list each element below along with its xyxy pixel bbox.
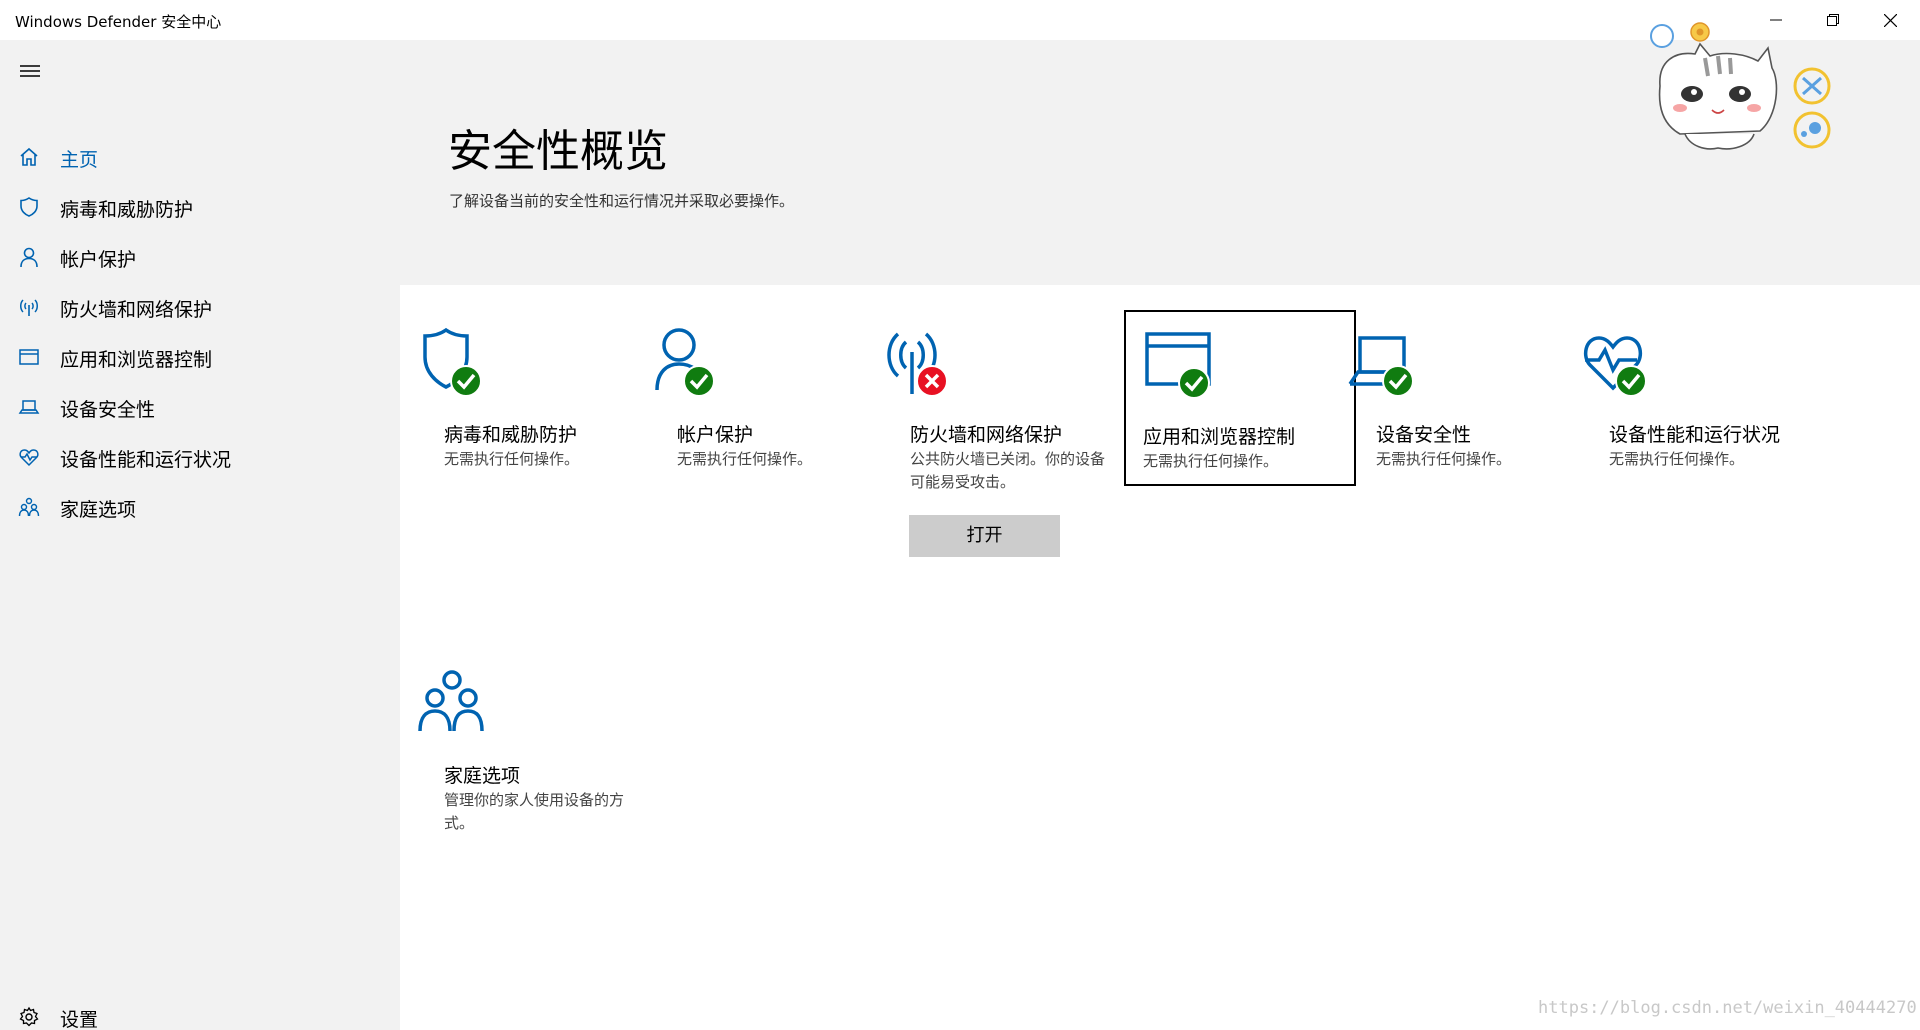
tile-status-text: 无需执行任何操作。 <box>444 450 580 468</box>
tile-firewall[interactable]: 防火墙和网络保护 公共防火墙已关闭。你的设备可能易受攻击。 <box>868 310 1105 491</box>
sidebar-item-label: 家庭选项 <box>60 499 137 521</box>
window-title: Windows Defender 安全中心 <box>15 13 222 31</box>
sidebar-item-label: 设备安全性 <box>60 399 156 421</box>
tile-status-text: 无需执行任何操作。 <box>1609 450 1745 468</box>
page-title: 安全性概览 <box>448 126 668 177</box>
tile-status-text: 无需执行任何操作。 <box>1143 452 1279 470</box>
sidebar: 主页 病毒和威胁防护 帐户保护 防火墙和网络保护 应用和浏览器控制 设备安全性 … <box>0 40 400 1030</box>
tile-app-browser-control[interactable]: 应用和浏览器控制 无需执行任何操作。 <box>1124 310 1356 486</box>
tile-title: 帐户保护 <box>677 424 754 446</box>
sidebar-item-home[interactable]: 主页 <box>0 133 400 179</box>
tile-device-health[interactable]: 设备性能和运行状况 无需执行任何操作。 <box>1567 310 1799 486</box>
sidebar-item-virus-protection[interactable]: 病毒和威胁防护 <box>0 183 400 229</box>
settings-label: 设置 <box>60 1009 99 1030</box>
shield-icon <box>20 197 38 217</box>
sidebar-item-label: 帐户保护 <box>60 249 137 271</box>
page-subtitle: 了解设备当前的安全性和运行情况并采取必要操作。 <box>449 192 795 210</box>
laptop-icon <box>18 400 40 414</box>
browser-window-check-icon <box>1145 332 1211 398</box>
heart-pulse-icon <box>19 449 39 467</box>
tile-title: 应用和浏览器控制 <box>1143 426 1296 448</box>
sidebar-item-app-browser-control[interactable]: 应用和浏览器控制 <box>0 333 400 379</box>
cat-sticker-image <box>1650 22 1831 150</box>
laptop-check-icon <box>1348 336 1414 396</box>
turn-on-firewall-button[interactable]: 打开 <box>909 515 1060 557</box>
heart-pulse-check-icon <box>1583 336 1647 396</box>
tile-status-text: 无需执行任何操作。 <box>677 450 813 468</box>
sidebar-item-family-options[interactable]: 家庭选项 <box>0 483 400 529</box>
family-icon <box>418 670 484 732</box>
title-bar: Windows Defender 安全中心 <box>0 0 1920 40</box>
close-icon <box>1883 13 1897 27</box>
watermark: https://blog.csdn.net/weixin_40444270 <box>1538 998 1917 1018</box>
sidebar-item-device-health[interactable]: 设备性能和运行状况 <box>0 433 400 479</box>
tile-status-text: 管理你的家人使用设备的方式。 <box>444 791 625 832</box>
shield-check-icon <box>423 327 482 396</box>
home-icon <box>20 147 38 166</box>
person-check-icon <box>655 328 715 396</box>
tile-title: 设备安全性 <box>1376 424 1472 446</box>
tile-title: 防火墙和网络保护 <box>910 424 1063 446</box>
sidebar-item-label: 病毒和威胁防护 <box>60 199 194 221</box>
tile-device-security[interactable]: 设备安全性 无需执行任何操作。 <box>1334 310 1566 486</box>
tile-virus-protection[interactable]: 病毒和威胁防护 无需执行任何操作。 <box>402 310 634 486</box>
sidebar-item-label: 主页 <box>60 149 99 171</box>
sidebar-item-label: 应用和浏览器控制 <box>60 349 213 371</box>
sidebar-item-label: 设备性能和运行状况 <box>60 449 232 471</box>
browser-window-icon <box>19 349 39 365</box>
tile-title: 病毒和威胁防护 <box>444 424 578 446</box>
family-icon <box>18 497 40 517</box>
sidebar-item-account-protection[interactable]: 帐户保护 <box>0 233 400 279</box>
tile-account-protection[interactable]: 帐户保护 无需执行任何操作。 <box>635 310 867 486</box>
person-icon <box>20 247 38 268</box>
sidebar-item-device-security[interactable]: 设备安全性 <box>0 383 400 429</box>
tile-status-text: 无需执行任何操作。 <box>1376 450 1512 468</box>
tile-family-options[interactable]: 家庭选项 管理你的家人使用设备的方式。 <box>402 651 634 832</box>
tile-status-text: 公共防火墙已关闭。你的设备可能易受攻击。 <box>910 450 1106 491</box>
antenna-error-icon <box>887 332 948 396</box>
tile-title: 家庭选项 <box>444 765 521 787</box>
gear-icon <box>19 1006 39 1027</box>
sidebar-item-settings[interactable]: 设置 <box>0 993 400 1030</box>
close-button[interactable] <box>1862 0 1918 40</box>
sidebar-item-label: 防火墙和网络保护 <box>60 299 213 321</box>
wifi-antenna-icon <box>20 299 38 316</box>
hamburger-icon[interactable] <box>18 62 42 82</box>
sidebar-item-firewall[interactable]: 防火墙和网络保护 <box>0 283 400 329</box>
tile-title: 设备性能和运行状况 <box>1609 424 1781 446</box>
